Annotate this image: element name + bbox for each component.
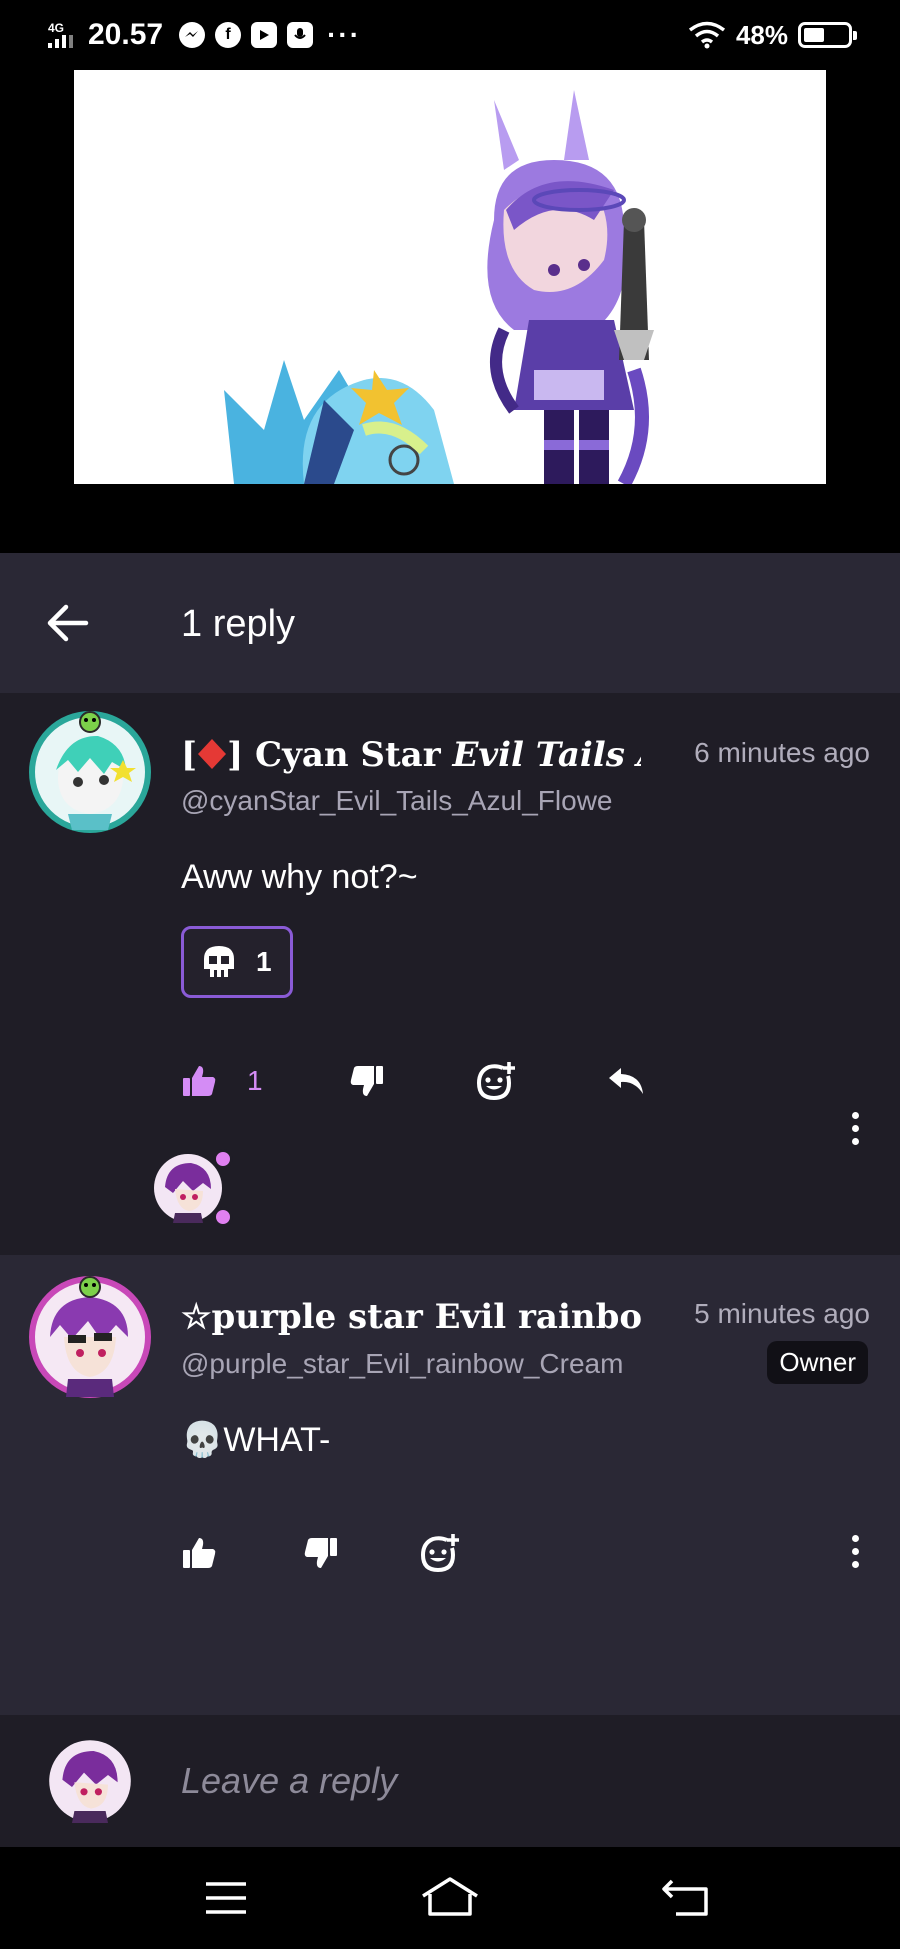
reply-input[interactable] [181,1753,861,1809]
comment-author-handle: @cyanStar_Evil_Tails_Azul_Flowe [181,785,613,816]
heart-badge-icon [213,1207,233,1227]
name-italic: Evil Tails A [452,735,641,775]
status-bar: 4G 20.57 f ··· 48% [0,0,900,70]
wifi-icon [688,21,726,49]
comment-timestamp: 5 minutes ago [694,1298,870,1329]
current-user-avatar [48,1739,132,1823]
comment-badge-icon [213,1149,233,1169]
back-arrow-icon [47,604,89,642]
dislike-button[interactable] [349,1064,385,1098]
recorder-icon [287,22,314,48]
add-reaction-icon [476,1062,515,1101]
like-button[interactable]: 1 [181,1064,263,1098]
battery-icon [798,22,857,48]
comment-text: 💀WHAT- [181,1421,331,1459]
back-icon [662,1879,708,1916]
name-bracket-open: [ [181,735,198,775]
video-frame[interactable] [74,70,826,484]
like-count: 1 [247,1065,263,1096]
replier-avatar[interactable] [153,1149,233,1227]
video-thumbnail-art [224,90,654,484]
avatar[interactable] [28,1275,152,1399]
more-vertical-icon [851,1111,859,1119]
thumbs-up-icon [183,1538,216,1568]
more-notifications-icon: ··· [327,19,362,50]
avatar[interactable] [28,710,152,834]
comment-actions: 1 [181,1060,645,1102]
skull-icon [204,946,234,977]
clock: 20.57 [88,18,164,51]
system-back-button[interactable] [656,1873,716,1923]
video-player[interactable] [0,70,900,553]
home-icon [422,1877,478,1916]
reply-bar [0,1715,900,1847]
back-button[interactable] [44,599,92,647]
thumbs-down-icon [304,1538,337,1568]
more-options-button[interactable] [840,1526,870,1576]
reaction-count: 1 [256,946,272,977]
facebook-icon: f [215,22,242,48]
owner-badge: Owner [767,1341,868,1384]
thumbs-up-icon [183,1066,216,1096]
dislike-button[interactable] [303,1536,339,1570]
comment: ☆purple star Evil rainbow 5 minutes ago … [0,1255,900,1715]
page-title: 1 reply [181,603,296,645]
youtube-icon [251,22,278,48]
red-diamond-icon [198,739,227,769]
comment-author-name[interactable]: ☆purple star Evil rainbow [181,1297,641,1337]
reply-icon [608,1068,643,1094]
system-nav-bar [0,1847,900,1949]
messenger-icon [179,22,206,48]
add-reaction-button[interactable] [475,1060,517,1102]
network-type: 4G [48,20,65,35]
comment-author-handle: @purple_star_Evil_rainbow_Cream [181,1348,624,1379]
network-indicator: 4G [48,20,78,48]
reaction-chip[interactable]: 1 [181,926,293,998]
more-options-button[interactable] [840,1103,870,1153]
comment-actions [181,1532,461,1574]
home-button[interactable] [420,1873,480,1923]
battery-percent: 48% [735,19,788,50]
like-button[interactable] [181,1536,217,1570]
menu-icon [206,1882,246,1914]
comment-author-name[interactable]: [ ] Cyan Star Evil Tails A [181,735,641,775]
add-reaction-button[interactable] [419,1532,461,1574]
thumbs-down-icon [350,1066,383,1096]
more-vertical-icon [851,1534,859,1542]
name-main: ] Cyan Star [227,735,453,775]
comment-timestamp: 6 minutes ago [694,737,870,768]
reply-button[interactable] [607,1066,645,1096]
recent-apps-button[interactable] [196,1873,256,1923]
comment-text: Aww why not?~ [181,858,418,896]
add-reaction-icon [420,1534,459,1573]
comment: [] Cyan Star Evil Tails A 6 minutes ago … [0,693,900,1255]
reply-header: 1 reply [0,553,900,693]
signal-icon [48,34,78,48]
